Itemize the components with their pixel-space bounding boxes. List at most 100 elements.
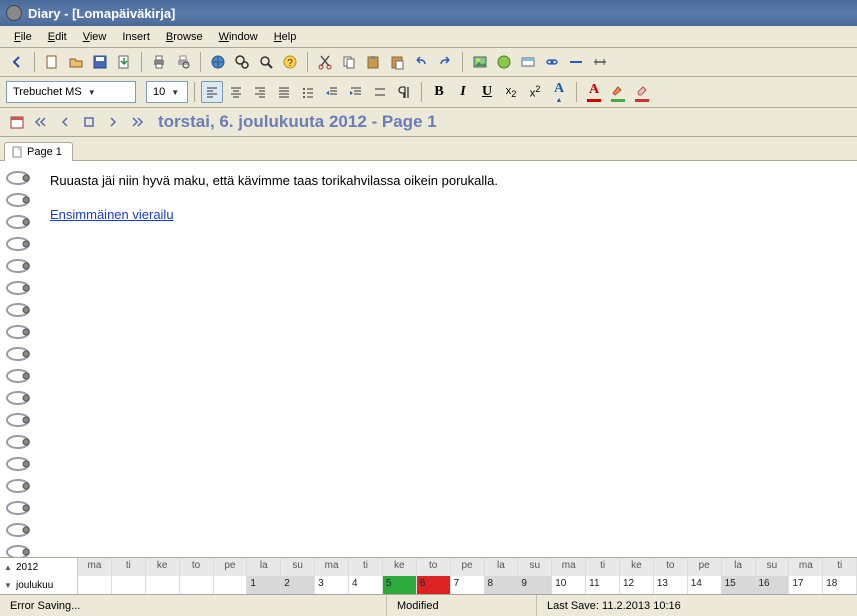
print-preview-button[interactable] xyxy=(172,51,194,73)
copy-button[interactable] xyxy=(338,51,360,73)
save-button[interactable] xyxy=(89,51,111,73)
nav-prev-button[interactable] xyxy=(54,111,76,133)
italic-button[interactable]: I xyxy=(452,81,474,103)
month-selector[interactable]: ▼joulukuu xyxy=(0,576,78,594)
nav-today-button[interactable] xyxy=(78,111,100,133)
app-icon xyxy=(6,5,22,21)
search-button[interactable] xyxy=(255,51,277,73)
cal-day-cell[interactable] xyxy=(78,576,112,594)
align-center-button[interactable] xyxy=(225,81,247,103)
globe-button[interactable] xyxy=(207,51,229,73)
binder-spiral xyxy=(0,161,44,557)
subscript-button[interactable]: x2 xyxy=(500,81,522,103)
open-button[interactable] xyxy=(65,51,87,73)
cal-weekday-cell: ma xyxy=(315,558,349,576)
dropdown-arrow-icon: ▼ xyxy=(88,88,96,97)
cal-day-cell[interactable]: 9 xyxy=(518,576,552,594)
highlight-button[interactable] xyxy=(607,81,629,103)
indent-button[interactable] xyxy=(345,81,367,103)
menu-file[interactable]: File xyxy=(6,29,40,45)
cal-day-cell[interactable]: 7 xyxy=(451,576,485,594)
cal-day-cell[interactable]: 18 xyxy=(823,576,857,594)
cal-weekday-cell: ma xyxy=(789,558,823,576)
cal-day-cell[interactable]: 3 xyxy=(315,576,349,594)
cal-weekday-cell: pe xyxy=(688,558,722,576)
align-left-button[interactable] xyxy=(201,81,223,103)
align-justify-button[interactable] xyxy=(273,81,295,103)
menu-browse[interactable]: Browse xyxy=(158,29,211,45)
cal-weekday-cell: pe xyxy=(214,558,248,576)
cal-day-cell[interactable] xyxy=(180,576,214,594)
paragraph-button[interactable] xyxy=(393,81,415,103)
line-spacing-button[interactable] xyxy=(369,81,391,103)
cal-day-cell[interactable]: 12 xyxy=(620,576,654,594)
attachment-button[interactable] xyxy=(493,51,515,73)
nav-last-button[interactable] xyxy=(126,111,148,133)
nav-next-button[interactable] xyxy=(102,111,124,133)
menubar: File Edit View Insert Browse Window Help xyxy=(0,26,857,48)
cal-day-cell[interactable]: 1 xyxy=(247,576,281,594)
font-size-combo[interactable]: 10 ▼ xyxy=(146,81,188,103)
align-right-button[interactable] xyxy=(249,81,271,103)
menu-view[interactable]: View xyxy=(75,29,115,45)
bullet-list-button[interactable] xyxy=(297,81,319,103)
cal-weekday-cell: su xyxy=(281,558,315,576)
cal-day-cell[interactable]: 4 xyxy=(349,576,383,594)
print-button[interactable] xyxy=(148,51,170,73)
cal-day-cell[interactable] xyxy=(214,576,248,594)
menu-window[interactable]: Window xyxy=(211,29,266,45)
binder-ring xyxy=(4,543,32,557)
help-button[interactable]: ? xyxy=(279,51,301,73)
paste-special-button[interactable] xyxy=(386,51,408,73)
binder-ring xyxy=(4,169,32,187)
cal-day-cell[interactable]: 16 xyxy=(756,576,790,594)
editor-area[interactable]: Ruuasta jäi niin hyvä maku, että kävimme… xyxy=(0,161,857,557)
cut-button[interactable] xyxy=(314,51,336,73)
nav-calendar-button[interactable] xyxy=(6,111,28,133)
undo-button[interactable] xyxy=(410,51,432,73)
nav-first-button[interactable] xyxy=(30,111,52,133)
font-style-button[interactable]: A▲ xyxy=(548,81,570,103)
svg-text:?: ? xyxy=(287,58,293,69)
font-name-combo[interactable]: Trebuchet MS ▼ xyxy=(6,81,136,103)
erase-format-button[interactable] xyxy=(631,81,653,103)
cal-day-cell[interactable]: 10 xyxy=(552,576,586,594)
cal-day-cell[interactable]: 17 xyxy=(789,576,823,594)
year-selector[interactable]: ▲2012 xyxy=(0,558,78,576)
font-color-button[interactable]: A xyxy=(583,81,605,103)
bold-button[interactable]: B xyxy=(428,81,450,103)
entry-link[interactable]: Ensimmäinen vierailu xyxy=(50,207,174,222)
hr-button[interactable] xyxy=(565,51,587,73)
image-button[interactable] xyxy=(469,51,491,73)
cal-day-cell[interactable]: 5 xyxy=(383,576,417,594)
cal-day-cell[interactable] xyxy=(146,576,180,594)
export-button[interactable] xyxy=(113,51,135,73)
menu-insert[interactable]: Insert xyxy=(114,29,158,45)
cal-day-cell[interactable]: 2 xyxy=(281,576,315,594)
cal-day-cell[interactable]: 14 xyxy=(688,576,722,594)
binder-ring xyxy=(4,213,32,231)
calendar-strip: ▲2012 matiketopelasumatiketopelasumatike… xyxy=(0,557,857,594)
cal-day-cell[interactable]: 15 xyxy=(722,576,756,594)
outdent-button[interactable] xyxy=(321,81,343,103)
symbol-button[interactable] xyxy=(589,51,611,73)
cal-day-cell[interactable]: 8 xyxy=(485,576,519,594)
paste-button[interactable] xyxy=(362,51,384,73)
cal-day-cell[interactable]: 13 xyxy=(654,576,688,594)
cal-day-cell[interactable] xyxy=(112,576,146,594)
cal-day-cell[interactable]: 6 xyxy=(417,576,451,594)
binder-ring xyxy=(4,433,32,451)
superscript-button[interactable]: x2 xyxy=(524,81,546,103)
insert-object-button[interactable] xyxy=(517,51,539,73)
underline-button[interactable]: U xyxy=(476,81,498,103)
menu-help[interactable]: Help xyxy=(266,29,305,45)
back-arrow-button[interactable] xyxy=(6,51,28,73)
new-entry-button[interactable] xyxy=(41,51,63,73)
link-button[interactable] xyxy=(541,51,563,73)
find-button[interactable] xyxy=(231,51,253,73)
menu-edit[interactable]: Edit xyxy=(40,29,75,45)
cal-weekday-cell: la xyxy=(722,558,756,576)
cal-day-cell[interactable]: 11 xyxy=(586,576,620,594)
tab-page1[interactable]: Page 1 xyxy=(4,142,73,161)
redo-button[interactable] xyxy=(434,51,456,73)
